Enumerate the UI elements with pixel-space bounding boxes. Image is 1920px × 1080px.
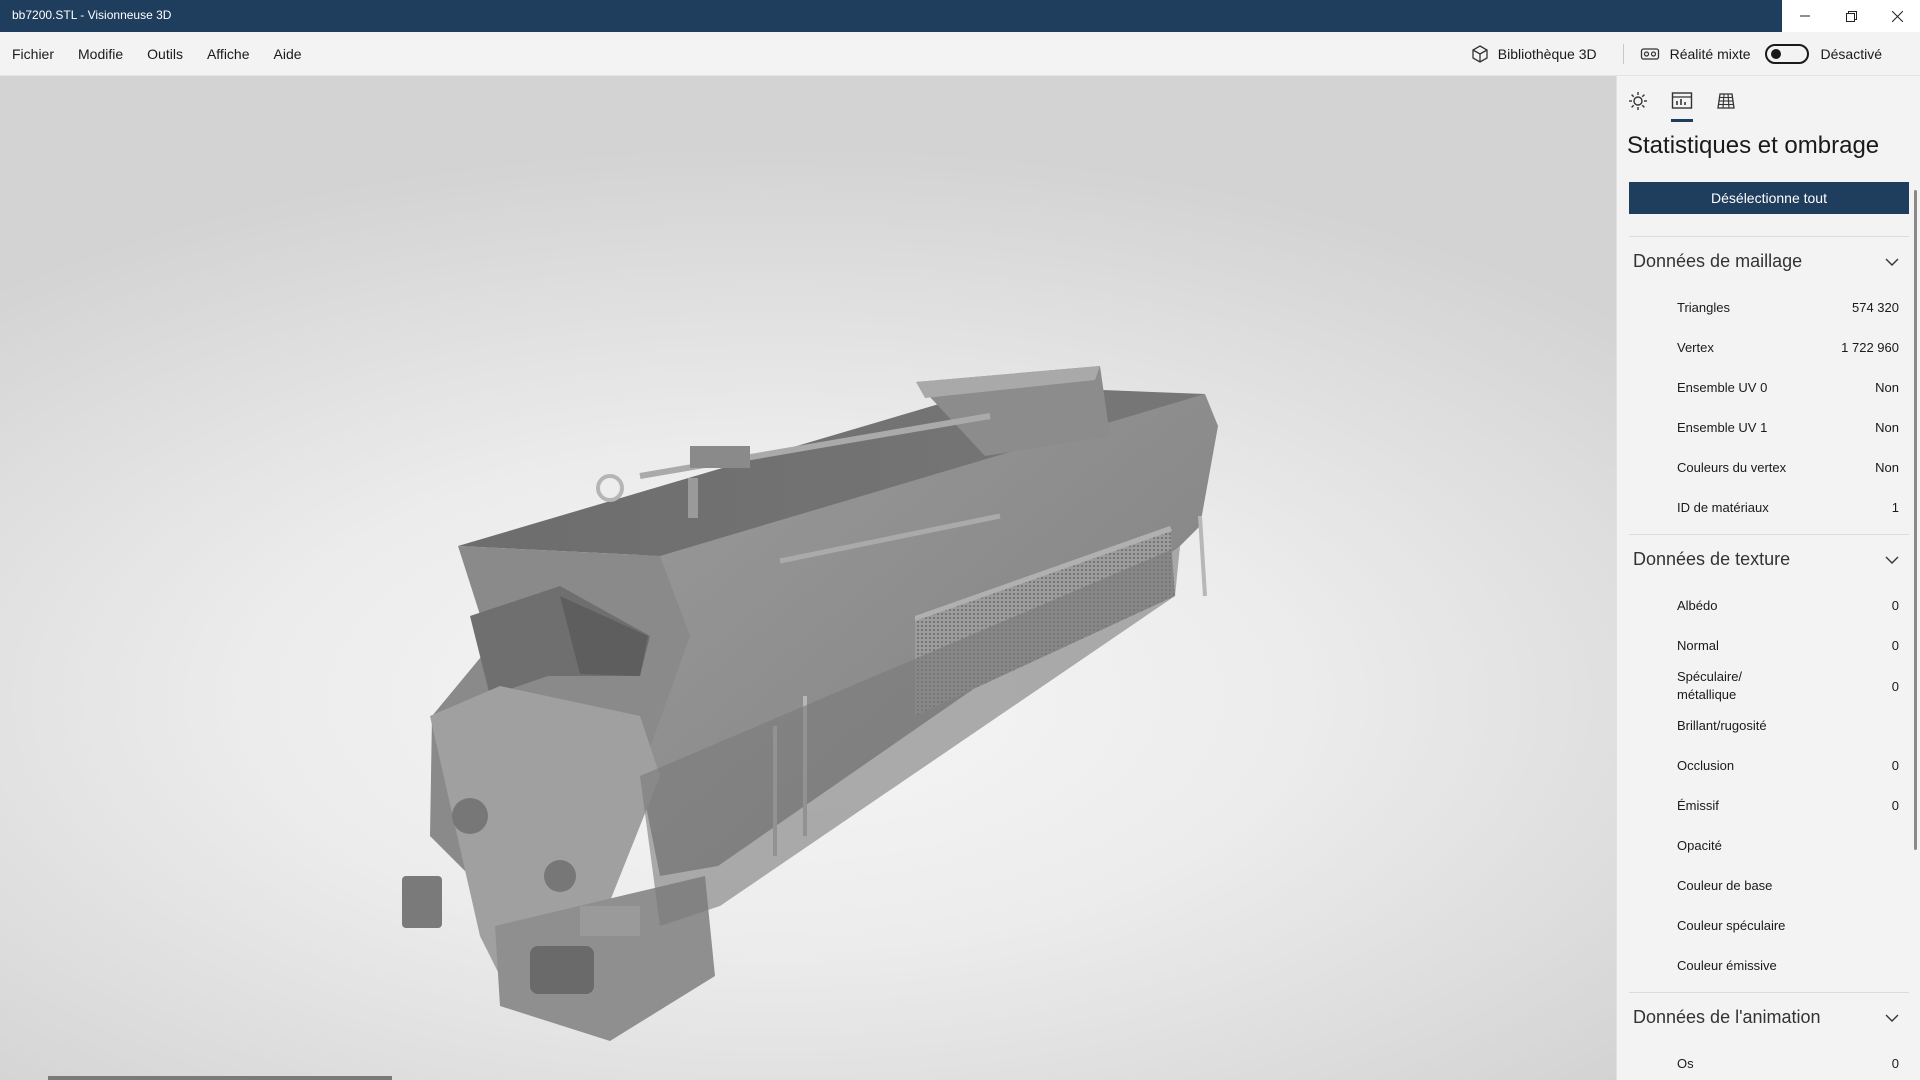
library-3d-button[interactable]: Bibliothèque 3D (1470, 44, 1597, 64)
section-mesh-header[interactable]: Données de maillage (1629, 236, 1909, 286)
library-3d-label: Bibliothèque 3D (1497, 46, 1597, 62)
deselect-all-button[interactable]: Désélectionne tout (1629, 182, 1909, 214)
panel-tabs (1617, 76, 1920, 124)
window-controls (1782, 0, 1920, 32)
stat-row-emissive-color: Couleur émissive (1677, 958, 1777, 973)
restore-icon (1845, 10, 1857, 22)
stat-row-occlusion: Occlusion 0 (1677, 758, 1899, 773)
toolbar-right: Bibliothèque 3D Réalité mixte Désactivé (1470, 32, 1882, 76)
menu-modifie[interactable]: Modifie (78, 46, 123, 62)
panel-scrollbar[interactable] (1914, 190, 1917, 850)
stat-row-base-color: Couleur de base (1677, 878, 1773, 893)
viewport-scrollbar[interactable] (48, 1076, 392, 1080)
menu-fichier[interactable]: Fichier (12, 46, 54, 62)
stat-row-material-ids: ID de matériaux 1 (1677, 500, 1899, 515)
stat-row-bones: Os 0 (1677, 1056, 1899, 1071)
menu-bar: Fichier Modifie Outils Affiche Aide Bibl… (0, 32, 1920, 76)
cube-icon (1472, 45, 1488, 63)
menu-aide[interactable]: Aide (274, 46, 302, 62)
stat-row-gloss-roughness: Brillant/rugosité (1677, 718, 1767, 733)
stat-row-vertex-colors: Couleurs du vertex Non (1677, 460, 1899, 475)
tab-lighting[interactable] (1623, 86, 1653, 116)
stat-row-normal: Normal 0 (1677, 638, 1899, 653)
stat-row-vertex: Vertex 1 722 960 (1677, 340, 1899, 355)
tab-stats[interactable] (1667, 86, 1697, 122)
title-bar: bb7200.STL - Visionneuse 3D (0, 0, 1920, 32)
stats-panel: Statistiques et ombrage Désélectionne to… (1616, 76, 1920, 1080)
menu-outils[interactable]: Outils (147, 46, 183, 62)
chevron-down-icon (1885, 1014, 1899, 1022)
panel-title: Statistiques et ombrage (1627, 132, 1880, 159)
section-texture-title: Données de texture (1633, 549, 1791, 569)
grid-icon (1717, 93, 1735, 109)
section-mesh-title: Données de maillage (1633, 251, 1803, 271)
menu-affiche[interactable]: Affiche (207, 46, 250, 62)
minimize-icon (1800, 15, 1810, 17)
chevron-down-icon (1885, 258, 1899, 266)
stat-row-emissive: Émissif 0 (1677, 798, 1899, 813)
sun-icon (1629, 92, 1647, 110)
toolbar-divider (1622, 44, 1624, 64)
close-button[interactable] (1874, 0, 1920, 32)
stat-row-triangles: Triangles 574 320 (1677, 300, 1899, 315)
3d-viewport[interactable] (0, 76, 1616, 1080)
mixed-reality: Réalité mixte Désactivé (1640, 44, 1882, 64)
stat-row-specular-metallic: Spéculaire/métallique 0 (1677, 669, 1899, 702)
section-texture-header[interactable]: Données de texture (1629, 534, 1909, 584)
chevron-down-icon (1885, 556, 1899, 564)
stat-row-uv1: Ensemble UV 1 Non (1677, 420, 1899, 435)
close-icon (1891, 10, 1903, 22)
stat-row-opacity: Opacité (1677, 838, 1722, 853)
mixed-reality-label: Réalité mixte (1669, 46, 1751, 62)
headset-icon (1640, 48, 1659, 60)
mixed-reality-toggle[interactable] (1764, 44, 1809, 64)
minimize-button[interactable] (1782, 0, 1828, 32)
section-animation-title: Données de l'animation (1633, 1007, 1821, 1027)
tab-grid[interactable] (1711, 86, 1741, 116)
stat-row-albedo: Albédo 0 (1677, 598, 1899, 613)
stats-icon (1671, 92, 1693, 109)
locomotive-model[interactable] (0, 76, 1616, 1080)
section-animation-header[interactable]: Données de l'animation (1629, 992, 1909, 1042)
window-title: bb7200.STL - Visionneuse 3D (12, 8, 172, 22)
restore-button[interactable] (1828, 0, 1874, 32)
stat-row-specular-color: Couleur spéculaire (1677, 918, 1786, 933)
stat-row-uv0: Ensemble UV 0 Non (1677, 380, 1899, 395)
mixed-reality-state: Désactivé (1820, 46, 1882, 62)
main-menu: Fichier Modifie Outils Affiche Aide (0, 32, 326, 76)
